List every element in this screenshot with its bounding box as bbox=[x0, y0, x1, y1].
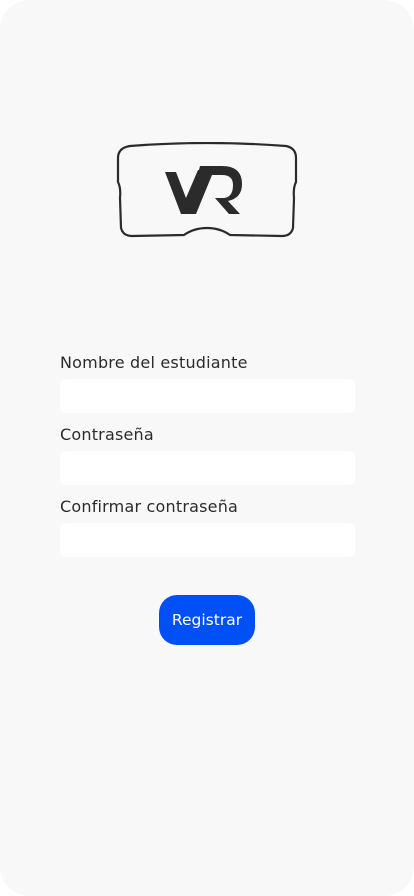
password-input[interactable] bbox=[60, 451, 355, 485]
student-name-label: Nombre del estudiante bbox=[60, 353, 248, 372]
confirm-password-input[interactable] bbox=[60, 523, 355, 557]
register-button[interactable]: Registrar bbox=[159, 595, 255, 645]
password-label: Contraseña bbox=[60, 425, 154, 444]
registration-screen: Nombre del estudiante Contraseña Confirm… bbox=[0, 0, 414, 896]
vr-headset-logo-icon bbox=[116, 142, 298, 238]
confirm-password-label: Confirmar contraseña bbox=[60, 497, 239, 516]
student-name-input[interactable] bbox=[60, 379, 355, 413]
